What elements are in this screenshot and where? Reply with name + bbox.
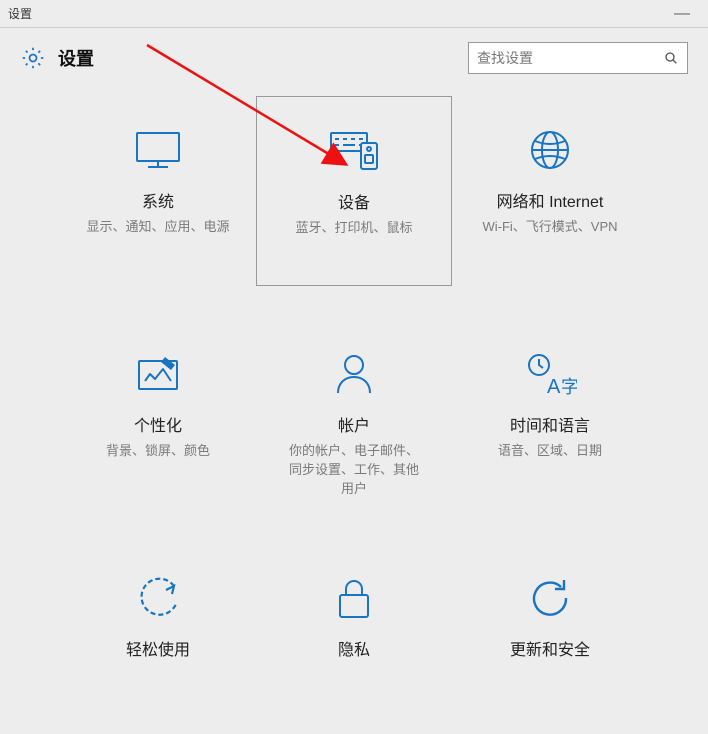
tile-desc: 显示、通知、应用、电源	[68, 218, 248, 237]
svg-text:A: A	[547, 376, 561, 397]
devices-icon	[265, 123, 443, 179]
gear-icon	[20, 45, 46, 71]
page-title: 设置	[58, 45, 94, 71]
search-input[interactable]: 查找设置	[468, 42, 688, 74]
paint-icon	[68, 346, 248, 402]
globe-icon	[460, 122, 640, 178]
search-icon	[663, 50, 679, 66]
tile-label: 更新和安全	[460, 636, 640, 660]
lock-icon	[264, 570, 444, 626]
person-icon	[264, 346, 444, 402]
tile-devices[interactable]: 设备 蓝牙、打印机、鼠标	[256, 96, 452, 286]
tile-label: 个性化	[68, 412, 248, 436]
ease-icon	[68, 570, 248, 626]
minimize-button[interactable]: —	[664, 5, 700, 23]
tile-desc: 语音、区域、日期	[460, 442, 640, 461]
svg-text:字: 字	[561, 377, 577, 397]
tile-label: 设备	[265, 189, 443, 213]
tile-time-language[interactable]: A 字 时间和语言 语音、区域、日期	[452, 320, 648, 510]
tile-desc: 蓝牙、打印机、鼠标	[265, 219, 443, 238]
page-header: 设置 查找设置	[0, 28, 708, 94]
tile-system[interactable]: 系统 显示、通知、应用、电源	[60, 96, 256, 286]
search-placeholder: 查找设置	[477, 48, 533, 68]
tile-label: 帐户	[264, 412, 444, 436]
tile-desc: Wi-Fi、飞行模式、VPN	[460, 218, 640, 237]
tile-network[interactable]: 网络和 Internet Wi-Fi、飞行模式、VPN	[452, 96, 648, 286]
tile-desc: 背景、锁屏、颜色	[68, 442, 248, 461]
tile-label: 系统	[68, 188, 248, 212]
tile-personalization[interactable]: 个性化 背景、锁屏、颜色	[60, 320, 256, 510]
window-title: 设置	[8, 5, 32, 22]
time-language-icon: A 字	[460, 346, 640, 402]
window-titlebar: 设置 —	[0, 0, 708, 28]
tile-privacy[interactable]: 隐私	[256, 544, 452, 734]
tile-accounts[interactable]: 帐户 你的帐户、电子邮件、 同步设置、工作、其他 用户	[256, 320, 452, 510]
tile-label: 网络和 Internet	[460, 188, 640, 212]
tile-label: 隐私	[264, 636, 444, 660]
display-icon	[68, 122, 248, 178]
tile-label: 时间和语言	[460, 412, 640, 436]
header-left: 设置	[20, 45, 94, 71]
settings-grid: 系统 显示、通知、应用、电源 设备 蓝牙、打印机、鼠标 网络和 Internet…	[0, 94, 708, 734]
tile-ease-of-access[interactable]: 轻松使用	[60, 544, 256, 734]
update-icon	[460, 570, 640, 626]
tile-label: 轻松使用	[68, 636, 248, 660]
tile-desc: 你的帐户、电子邮件、 同步设置、工作、其他 用户	[264, 442, 444, 499]
tile-update-security[interactable]: 更新和安全	[452, 544, 648, 734]
